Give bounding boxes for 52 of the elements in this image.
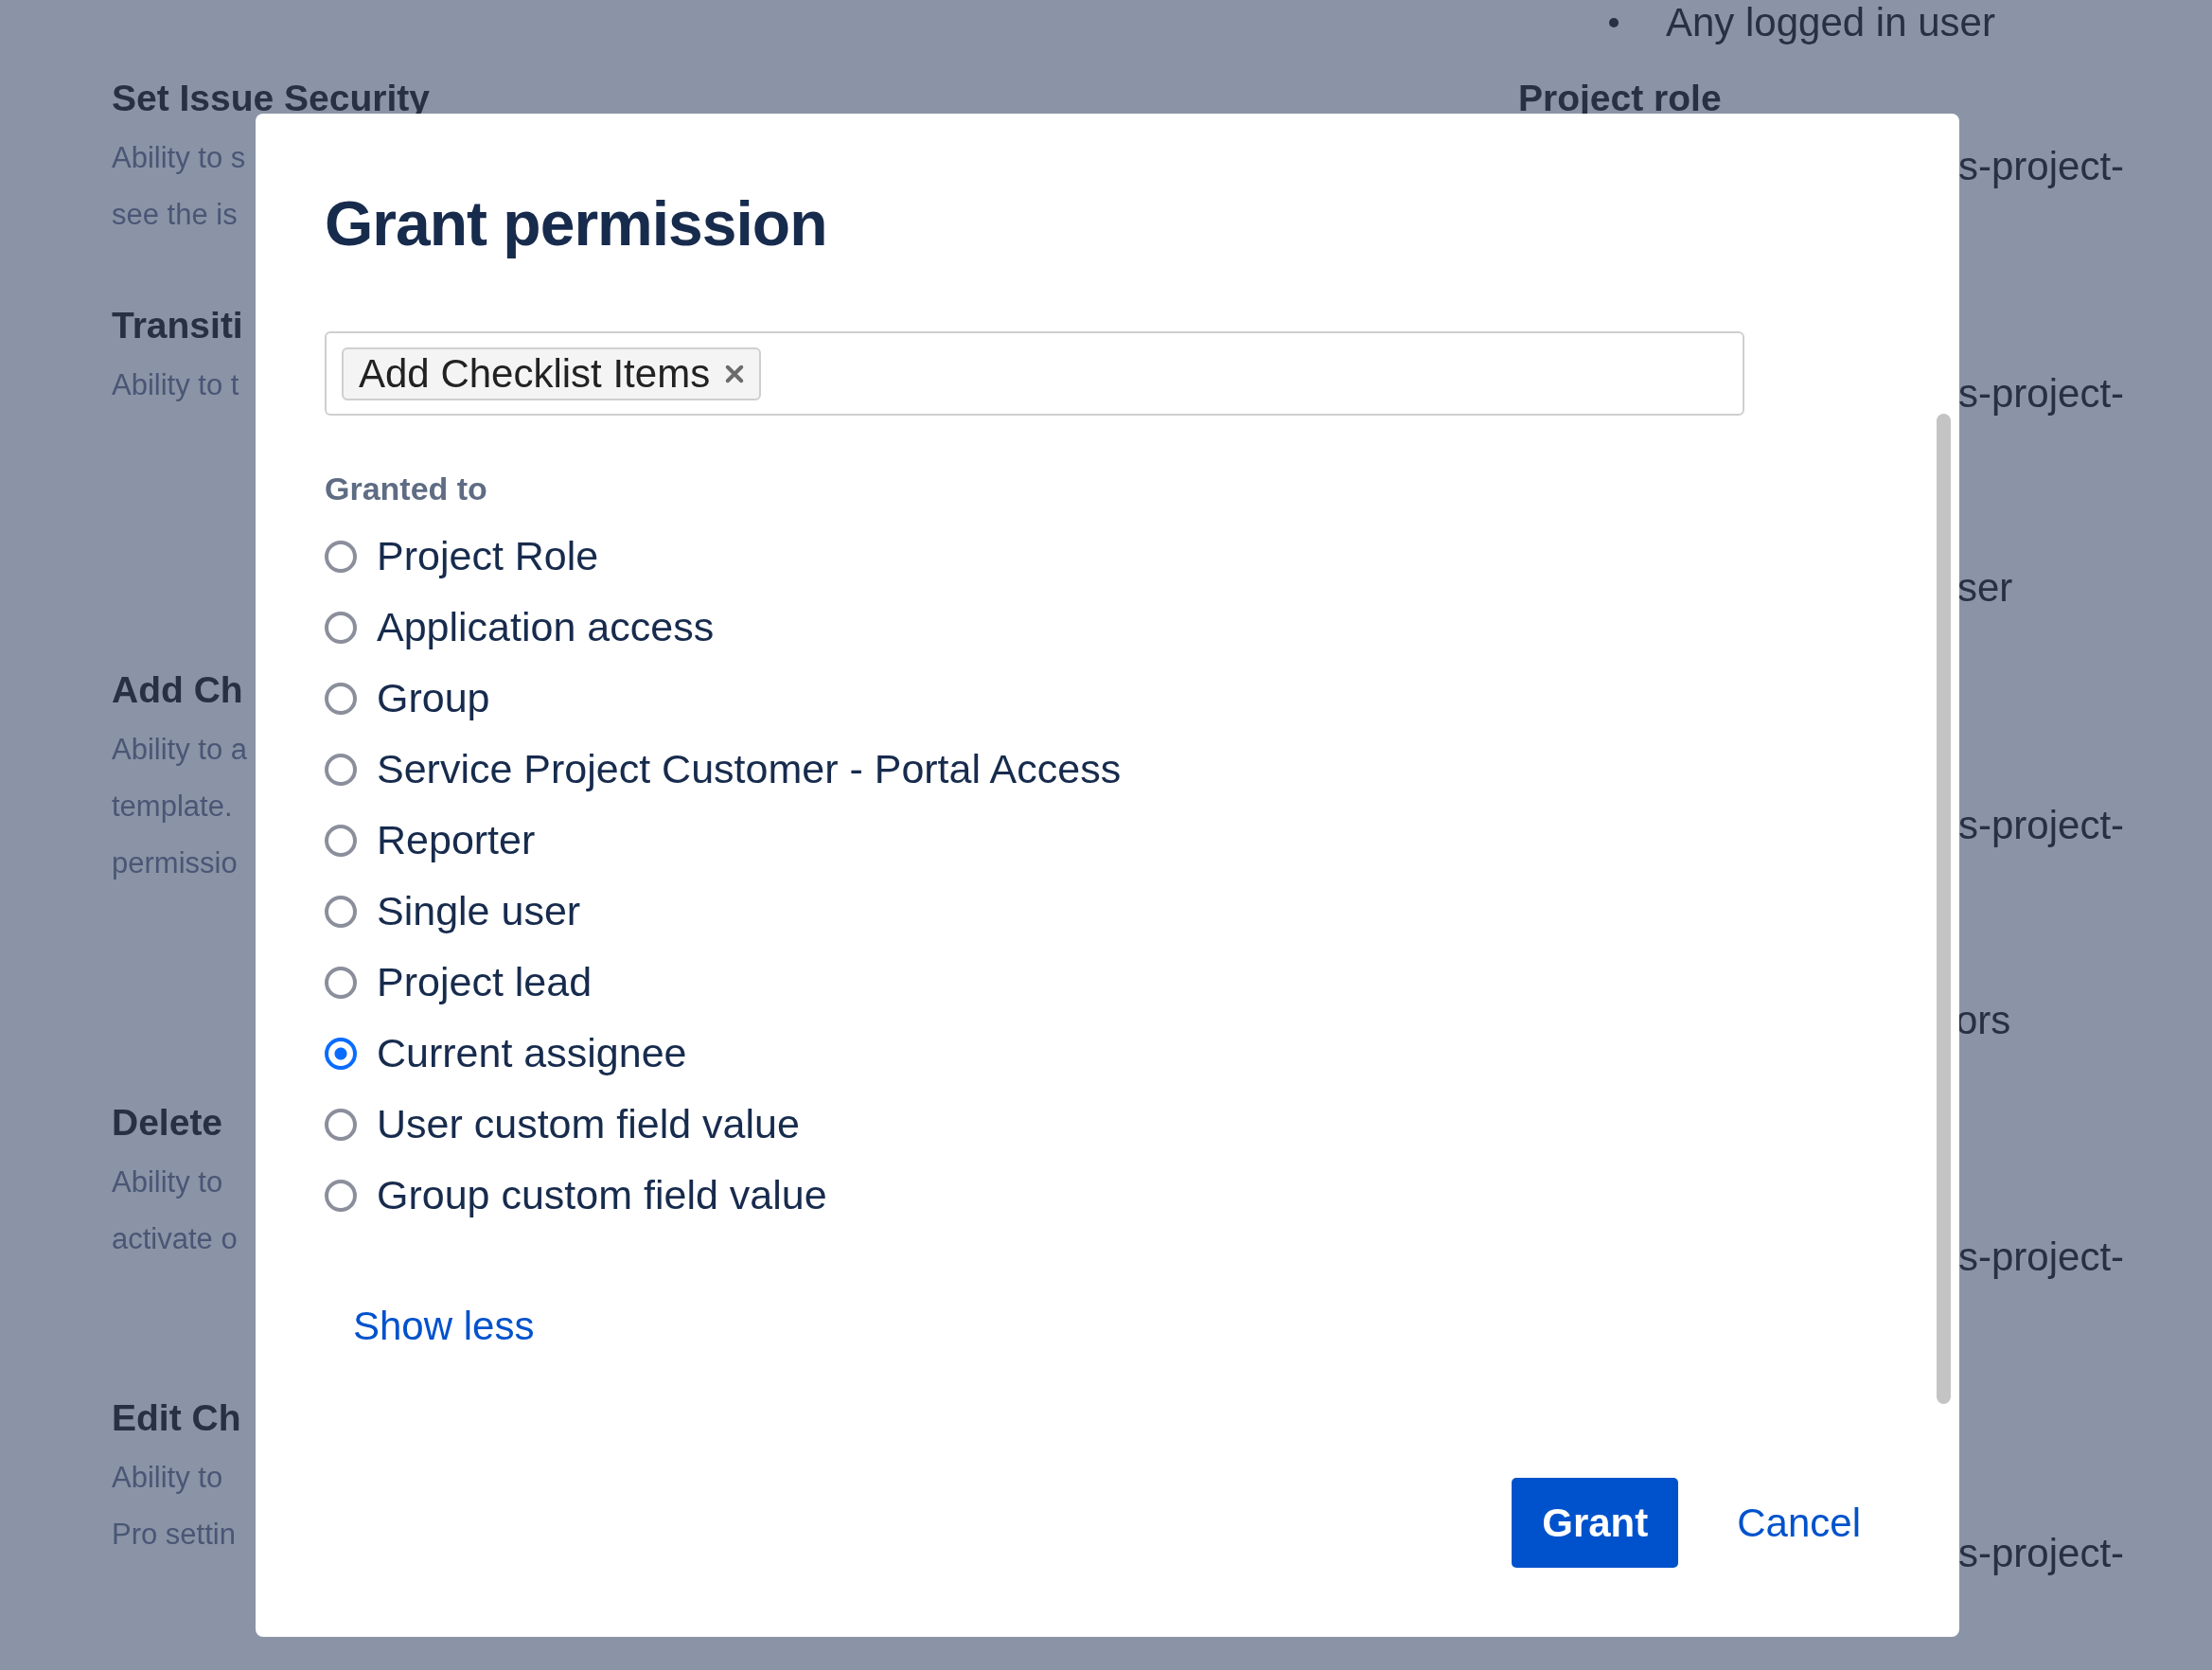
section-heading: Transiti — [112, 304, 243, 347]
radio-label[interactable]: Project Role — [377, 533, 599, 579]
table-cell: s-project- — [1958, 370, 2125, 418]
section-label: Granted to — [325, 470, 487, 508]
radio-button[interactable] — [325, 895, 357, 928]
permission-field[interactable]: Add Checklist Items — [325, 331, 1744, 416]
grant-button[interactable]: Grant — [1512, 1478, 1679, 1568]
section-description: Ability to s — [112, 140, 246, 176]
section-heading: Set Issue Security — [112, 77, 430, 120]
bullet-icon — [1609, 18, 1619, 27]
table-cell: ser — [1957, 564, 2013, 612]
radio-button[interactable] — [325, 966, 357, 999]
radio-label[interactable]: User custom field value — [377, 1101, 800, 1147]
section-description: Ability to a — [112, 732, 247, 768]
radio-button[interactable] — [325, 540, 357, 573]
radio-button[interactable] — [325, 824, 357, 857]
radio-button[interactable] — [325, 682, 357, 715]
table-cell: s-project- — [1958, 143, 2125, 190]
radio-label[interactable]: Service Project Customer - Portal Access — [377, 746, 1122, 792]
section-description: activate o — [112, 1221, 238, 1257]
table-cell: s-project- — [1958, 1234, 2125, 1281]
radio-label[interactable]: Project lead — [377, 959, 593, 1005]
radio-button[interactable] — [325, 1108, 357, 1141]
section-description: Ability to — [112, 1164, 223, 1200]
section-description: template. — [112, 789, 233, 825]
table-cell: s-project- — [1958, 1530, 2125, 1577]
list-item: Any logged in user — [1666, 0, 1995, 45]
scrollbar[interactable] — [1937, 414, 1951, 1404]
section-heading: Delete — [112, 1101, 223, 1145]
chip-label: Add Checklist Items — [359, 350, 711, 397]
table-cell: s-project- — [1958, 802, 2125, 849]
section-description: see the is — [112, 197, 238, 233]
radio-label[interactable]: Reporter — [377, 817, 536, 863]
section-description: Ability to — [112, 1460, 223, 1496]
section-description: permissio — [112, 845, 238, 881]
radio-label[interactable]: Group custom field value — [377, 1172, 827, 1218]
radio-label[interactable]: Single user — [377, 888, 581, 934]
section-heading: Edit Ch — [112, 1396, 241, 1440]
section-description: Pro settin — [112, 1517, 236, 1553]
show-less-link[interactable]: Show less — [353, 1303, 535, 1350]
radio-label[interactable]: Current assignee — [377, 1030, 687, 1076]
section-description: Ability to t — [112, 367, 239, 403]
cancel-button[interactable]: Cancel — [1737, 1478, 1861, 1568]
section-heading: Add Ch — [112, 668, 243, 712]
radio-button[interactable] — [325, 1179, 357, 1212]
radio-label[interactable]: Group — [377, 675, 490, 721]
dialog-title: Grant permission — [325, 187, 827, 259]
radio-button[interactable] — [325, 611, 357, 644]
radio-label[interactable]: Application access — [377, 604, 715, 650]
radio-button[interactable] — [325, 1037, 357, 1070]
column-heading: Project role — [1518, 77, 1722, 120]
radio-button[interactable] — [325, 753, 357, 786]
